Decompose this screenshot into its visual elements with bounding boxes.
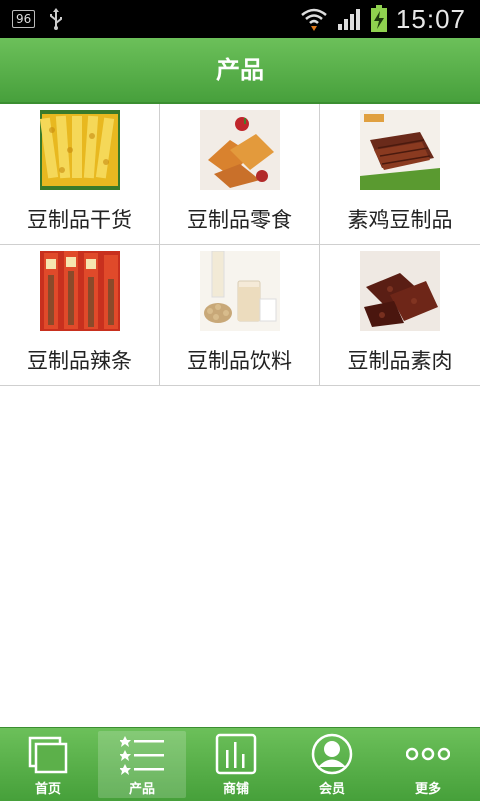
nav-label: 会员 (318, 782, 345, 797)
product-grid: 豆制品干货 豆制品零食 素鸡豆制品 豆制品辣条 豆制品饮料 豆制品素肉 (0, 104, 480, 386)
wifi-icon (301, 8, 327, 31)
nav-label: 商铺 (222, 782, 249, 797)
clock-time: 15:07 (395, 4, 466, 34)
nav-label: 产品 (128, 782, 155, 797)
signal-icon (337, 9, 360, 30)
shop-icon (215, 733, 257, 775)
nav-item-member[interactable]: 会员 (284, 728, 380, 801)
notification-badge: 96 (12, 10, 36, 28)
more-icon (406, 747, 450, 761)
battery-charging-icon (370, 5, 387, 32)
product-row: 豆制品干货 豆制品零食 素鸡豆制品 (0, 104, 480, 245)
nav-label: 更多 (414, 782, 441, 797)
header-bar: 产品 (0, 38, 480, 104)
status-bar: 96 15:07 (0, 0, 480, 38)
nav-item-more[interactable]: 更多 (380, 728, 476, 801)
nav-item-home[interactable]: 首页 (0, 728, 96, 801)
vegetarian-chicken-image (360, 110, 440, 190)
product-item-spicy-strips[interactable]: 豆制品辣条 (0, 245, 160, 385)
product-item-soy-milk[interactable]: 豆制品饮料 (160, 245, 320, 385)
nav-label: 首页 (34, 782, 61, 797)
product-item-vegetarian-chicken[interactable]: 素鸡豆制品 (320, 104, 480, 244)
nav-item-products[interactable]: 产品 (98, 731, 186, 798)
tofu-snack-image (200, 110, 280, 190)
member-icon (311, 733, 353, 775)
product-label: 豆制品干货 (27, 208, 132, 232)
product-label: 素鸡豆制品 (347, 208, 453, 232)
product-label: 豆制品辣条 (27, 349, 132, 373)
product-item-vegetarian-meat[interactable]: 豆制品素肉 (320, 245, 480, 385)
usb-icon (50, 8, 63, 30)
product-row: 豆制品辣条 豆制品饮料 豆制品素肉 (0, 245, 480, 386)
dried-tofu-image (40, 110, 120, 190)
page-title: 产品 (216, 56, 264, 84)
product-label: 豆制品饮料 (187, 349, 292, 373)
home-icon (28, 736, 68, 774)
nav-item-shop[interactable]: 商铺 (188, 728, 284, 801)
bottom-navigation: 首页 产品 商铺 会员 更多 (0, 727, 480, 801)
spicy-strips-image (40, 251, 120, 331)
product-label: 豆制品素肉 (347, 349, 453, 373)
vegetarian-meat-image (360, 251, 440, 331)
product-item-tofu-snack[interactable]: 豆制品零食 (160, 104, 320, 244)
list-icon (120, 736, 164, 775)
soy-milk-image (200, 251, 280, 331)
product-item-dried-tofu[interactable]: 豆制品干货 (0, 104, 160, 244)
product-label: 豆制品零食 (187, 208, 292, 232)
